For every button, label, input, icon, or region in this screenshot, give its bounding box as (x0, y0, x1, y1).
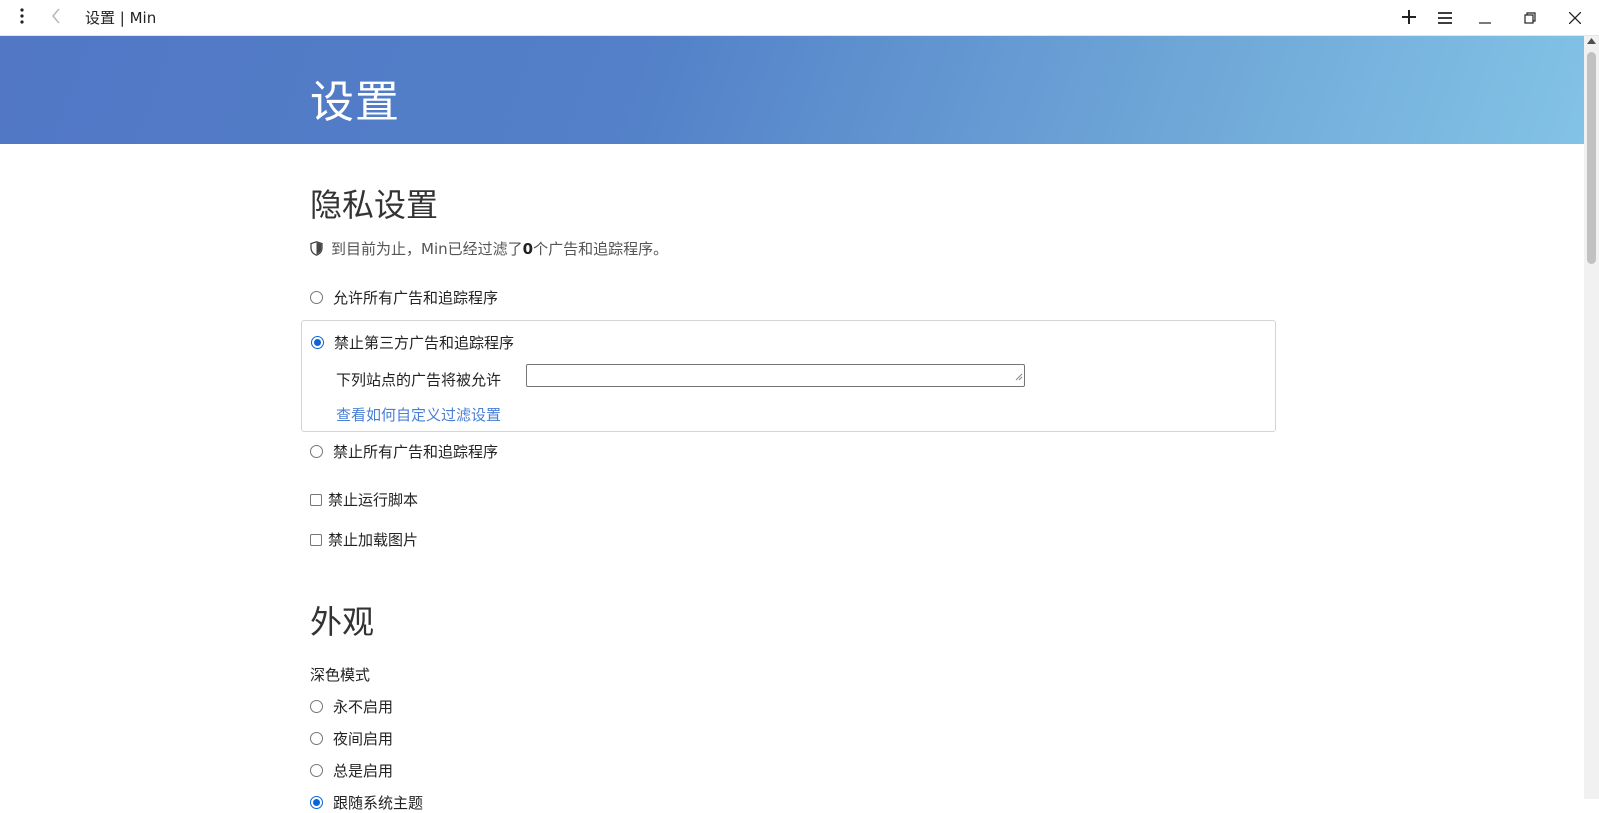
allow-all-ads-label: 允许所有广告和追踪程序 (333, 289, 499, 307)
dark-mode-night-label: 夜间启用 (333, 730, 394, 748)
chevron-left-icon (51, 8, 61, 28)
back-button[interactable] (42, 0, 70, 36)
allow-all-ads-radio[interactable] (310, 291, 323, 304)
dark-mode-never-option[interactable]: 永不启用 (310, 696, 393, 717)
allow-all-ads-option[interactable]: 允许所有广告和追踪程序 (310, 287, 498, 308)
restore-button[interactable] (1514, 0, 1546, 36)
block-all-ads-label: 禁止所有广告和追踪程序 (333, 443, 499, 461)
dark-mode-night-radio[interactable] (310, 732, 323, 745)
block-scripts-label: 禁止运行脚本 (328, 491, 419, 509)
dark-mode-always-radio[interactable] (310, 764, 323, 777)
dark-mode-never-radio[interactable] (310, 700, 323, 713)
dark-mode-always-option[interactable]: 总是启用 (310, 760, 393, 781)
menu-button[interactable] (8, 0, 36, 36)
dark-mode-always-label: 总是启用 (333, 762, 394, 780)
page-title: 设置 (310, 77, 400, 128)
page-scrollbar[interactable] (1584, 36, 1599, 799)
block-scripts-option[interactable]: 禁止运行脚本 (310, 489, 418, 510)
block-images-option[interactable]: 禁止加载图片 (310, 529, 418, 550)
scroll-up-arrow[interactable] (1584, 38, 1599, 50)
block-third-party-panel: 禁止第三方广告和追踪程序 下列站点的广告将被允许 查看如何自定义过滤设置 (301, 320, 1276, 432)
restore-icon (1524, 9, 1536, 28)
appearance-section-title: 外观 (310, 603, 375, 641)
close-button[interactable] (1559, 0, 1591, 36)
task-overlay-button[interactable] (1429, 0, 1461, 36)
dark-mode-night-option[interactable]: 夜间启用 (310, 728, 393, 749)
block-all-ads-radio[interactable] (310, 445, 323, 458)
block-third-party-label: 禁止第三方广告和追踪程序 (334, 334, 515, 352)
dark-mode-system-radio[interactable] (310, 796, 323, 809)
block-scripts-checkbox[interactable] (310, 493, 322, 506)
blocked-count-note: 到目前为止，Min已经过滤了 0 个广告和追踪程序。 (310, 238, 668, 259)
dark-mode-never-label: 永不启用 (333, 698, 394, 716)
privacy-section-title: 隐私设置 (310, 186, 439, 224)
blocked-prefix: 到目前为止，Min已经过滤了 (331, 240, 523, 258)
blocked-suffix: 个广告和追踪程序。 (533, 240, 669, 258)
blocked-count: 0 (522, 239, 534, 258)
hamburger-icon (1438, 9, 1452, 28)
dark-mode-label: 深色模式 (310, 666, 371, 684)
whitelist-label: 下列站点的广告将被允许 (336, 371, 502, 389)
whitelist-textarea[interactable] (526, 364, 1025, 387)
shield-icon (310, 241, 323, 256)
block-third-party-option[interactable]: 禁止第三方广告和追踪程序 (311, 332, 514, 353)
scroll-thumb[interactable] (1587, 52, 1596, 264)
new-tab-button[interactable] (1393, 0, 1425, 36)
custom-filter-link[interactable]: 查看如何自定义过滤设置 (336, 404, 501, 425)
dark-mode-system-label: 跟随系统主题 (333, 794, 424, 812)
close-icon (1568, 9, 1582, 28)
block-images-checkbox[interactable] (310, 533, 322, 546)
block-images-label: 禁止加载图片 (328, 531, 419, 549)
vertical-dots-icon (20, 8, 24, 28)
block-third-party-radio[interactable] (311, 336, 324, 349)
plus-icon (1402, 9, 1416, 28)
resize-grip-icon[interactable] (1015, 366, 1023, 385)
minimize-button[interactable] (1469, 0, 1501, 36)
title-bar: 设置 | Min (0, 0, 1599, 36)
block-all-ads-option[interactable]: 禁止所有广告和追踪程序 (310, 441, 498, 462)
minimize-icon (1479, 9, 1491, 28)
tab-title[interactable]: 设置 | Min (85, 0, 156, 36)
dark-mode-system-option[interactable]: 跟随系统主题 (310, 792, 423, 813)
settings-header-banner: 设置 (0, 36, 1584, 144)
